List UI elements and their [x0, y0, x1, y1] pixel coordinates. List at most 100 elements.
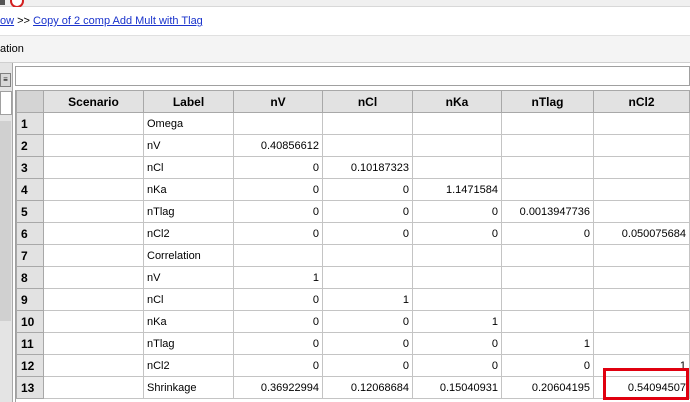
cell-nv[interactable]: 0	[233, 222, 323, 245]
cell-ncl2[interactable]	[593, 156, 690, 179]
row-header[interactable]: 9	[16, 288, 44, 311]
cell-ncl[interactable]: 0.10187323	[322, 156, 413, 179]
cell-scenario[interactable]	[43, 332, 144, 355]
cell-ncl2[interactable]: 0.54094507	[593, 376, 690, 399]
cell-ncl2[interactable]	[593, 266, 690, 289]
cell-ntlag[interactable]	[501, 178, 594, 201]
row-header[interactable]: 1	[16, 112, 44, 135]
formula-bar-input[interactable]	[15, 66, 690, 86]
cell-nka[interactable]: 1	[412, 310, 502, 333]
cell-ncl2[interactable]: 0.050075684	[593, 222, 690, 245]
cell-nka[interactable]	[412, 112, 502, 135]
cell-ntlag[interactable]	[501, 112, 594, 135]
cell-ncl[interactable]: 0.12068684	[322, 376, 413, 399]
cell-label[interactable]: nTlag	[143, 200, 234, 223]
cell-scenario[interactable]	[43, 222, 144, 245]
cell-scenario[interactable]	[43, 134, 144, 157]
cell-ntlag[interactable]: 0	[501, 222, 594, 245]
cell-ncl2[interactable]	[593, 244, 690, 267]
cell-label[interactable]: nV	[143, 134, 234, 157]
row-header[interactable]: 3	[16, 156, 44, 179]
cell-ncl2[interactable]	[593, 288, 690, 311]
cell-label[interactable]: nTlag	[143, 332, 234, 355]
cell-ntlag[interactable]: 0.0013947736	[501, 200, 594, 223]
cell-ntlag[interactable]: 1	[501, 332, 594, 355]
cell-label[interactable]: Omega	[143, 112, 234, 135]
cell-ncl2[interactable]: 1	[593, 354, 690, 377]
cell-scenario[interactable]	[43, 156, 144, 179]
cell-scenario[interactable]	[43, 310, 144, 333]
cell-nv[interactable]: 0	[233, 288, 323, 311]
cell-label[interactable]: nCl2	[143, 354, 234, 377]
cell-nv[interactable]	[233, 112, 323, 135]
row-header[interactable]: 12	[16, 354, 44, 377]
cell-nv[interactable]: 1	[233, 266, 323, 289]
cell-ntlag[interactable]	[501, 134, 594, 157]
cell-nka[interactable]: 0	[412, 200, 502, 223]
cell-nv[interactable]: 0.36922994	[233, 376, 323, 399]
cell-nv[interactable]: 0	[233, 354, 323, 377]
row-header[interactable]: 10	[16, 310, 44, 333]
row-header[interactable]: 4	[16, 178, 44, 201]
cell-scenario[interactable]	[43, 354, 144, 377]
cell-nv[interactable]: 0	[233, 332, 323, 355]
column-header-ncl2[interactable]: nCl2	[593, 90, 690, 113]
cell-nka[interactable]	[412, 288, 502, 311]
cell-scenario[interactable]	[43, 266, 144, 289]
row-header[interactable]: 7	[16, 244, 44, 267]
cell-nv[interactable]: 0	[233, 178, 323, 201]
cell-nka[interactable]	[412, 156, 502, 179]
cell-scenario[interactable]	[43, 178, 144, 201]
cell-nka[interactable]	[412, 244, 502, 267]
cell-label[interactable]: nCl2	[143, 222, 234, 245]
cell-scenario[interactable]	[43, 200, 144, 223]
cell-label[interactable]: Shrinkage	[143, 376, 234, 399]
corner-cell[interactable]	[16, 90, 44, 113]
panel-menu-button[interactable]: ≡	[0, 73, 11, 87]
cell-nka[interactable]: 0	[412, 354, 502, 377]
cell-nv[interactable]: 0	[233, 310, 323, 333]
cell-nv[interactable]: 0.40856612	[233, 134, 323, 157]
cell-label[interactable]: nKa	[143, 310, 234, 333]
cell-ncl2[interactable]	[593, 310, 690, 333]
cell-ntlag[interactable]	[501, 266, 594, 289]
cell-ntlag[interactable]	[501, 310, 594, 333]
cell-ntlag[interactable]: 0	[501, 354, 594, 377]
column-header-nka[interactable]: nKa	[412, 90, 502, 113]
cell-ncl[interactable]: 0	[322, 222, 413, 245]
cell-ncl[interactable]	[322, 244, 413, 267]
cell-label[interactable]: nCl	[143, 156, 234, 179]
cell-ncl2[interactable]	[593, 200, 690, 223]
cell-ntlag[interactable]	[501, 156, 594, 179]
cell-label[interactable]: nCl	[143, 288, 234, 311]
cell-ncl[interactable]	[322, 266, 413, 289]
cell-ncl[interactable]: 0	[322, 178, 413, 201]
cell-scenario[interactable]	[43, 288, 144, 311]
panel-field[interactable]	[0, 91, 12, 115]
row-header[interactable]: 6	[16, 222, 44, 245]
cell-nka[interactable]: 0	[412, 222, 502, 245]
cell-ncl[interactable]: 0	[322, 354, 413, 377]
column-header-scenario[interactable]: Scenario	[43, 90, 144, 113]
cell-nka[interactable]: 0.15040931	[412, 376, 502, 399]
breadcrumb-current-link[interactable]: Copy of 2 comp Add Mult with Tlag	[33, 15, 203, 27]
cell-ncl2[interactable]	[593, 112, 690, 135]
cell-scenario[interactable]	[43, 112, 144, 135]
cell-ntlag[interactable]	[501, 288, 594, 311]
column-header-ncl[interactable]: nCl	[322, 90, 413, 113]
cell-ncl2[interactable]	[593, 178, 690, 201]
cell-scenario[interactable]	[43, 376, 144, 399]
cell-nka[interactable]: 0	[412, 332, 502, 355]
cell-ncl2[interactable]	[593, 332, 690, 355]
row-header[interactable]: 8	[16, 266, 44, 289]
cell-ncl[interactable]: 0	[322, 332, 413, 355]
cell-ncl[interactable]: 0	[322, 310, 413, 333]
cell-nv[interactable]: 0	[233, 200, 323, 223]
row-header[interactable]: 11	[16, 332, 44, 355]
cell-label[interactable]: nV	[143, 266, 234, 289]
cell-label[interactable]: Correlation	[143, 244, 234, 267]
cell-nv[interactable]: 0	[233, 156, 323, 179]
column-header-nv[interactable]: nV	[233, 90, 323, 113]
cell-scenario[interactable]	[43, 244, 144, 267]
cell-ncl2[interactable]	[593, 134, 690, 157]
